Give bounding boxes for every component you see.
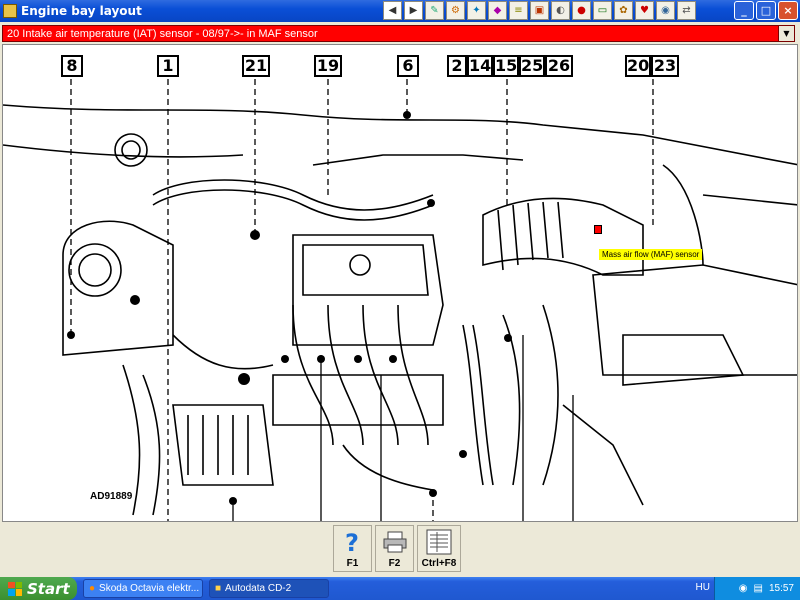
callout-2[interactable]: 2 [447,55,467,77]
callout-26[interactable]: 26 [545,55,573,77]
maf-sensor-label: Mass air flow (MAF) sensor [599,249,703,260]
taskbar: Start ● Skoda Octavia elektr... ■ Autoda… [0,577,800,600]
component-dropdown[interactable]: 20 Intake air temperature (IAT) sensor -… [2,25,795,42]
print-icon[interactable]: ♥ [635,1,654,20]
toolbar: ◀ ▶ ✎ ⚙ ✦ ◆ ≡ ▣ ◐ ● ▭ ✿ ♥ ◉ ⇄ [383,1,696,20]
tyres-icon[interactable]: ● [572,1,591,20]
taskbar-item-autodata[interactable]: ■ Autodata CD-2 [209,579,329,598]
title-bar: Engine bay layout ◀ ▶ ✎ ⚙ ✦ ◆ ≡ ▣ ◐ ● ▭ … [0,0,800,22]
list-key-label: Ctrl+F8 [421,558,457,569]
minimize-button[interactable]: _ [734,1,754,20]
callout-8[interactable]: 8 [61,55,83,77]
diagram-reference-code: AD91889 [90,491,133,502]
app-icon: ■ [215,583,222,594]
start-button[interactable]: Start [0,577,77,600]
forward-icon[interactable]: ▶ [404,1,423,20]
callout-21[interactable]: 21 [242,55,270,77]
list-icon [425,529,453,555]
help-button[interactable]: ? F1 [333,525,372,572]
help-key-label: F1 [346,558,359,569]
callout-6[interactable]: 6 [397,55,419,77]
app-icon [3,4,17,18]
app-window: Engine bay layout ◀ ▶ ✎ ⚙ ✦ ◆ ≡ ▣ ◐ ● ▭ … [0,0,800,577]
battery-icon[interactable]: ▭ [593,1,612,20]
callout-15[interactable]: 15 [493,55,519,77]
maximize-button[interactable]: □ [756,1,776,20]
chevron-down-icon[interactable]: ▼ [778,26,794,41]
settings-icon[interactable]: ✿ [614,1,633,20]
notes-icon[interactable]: ✎ [425,1,444,20]
callout-19[interactable]: 19 [314,55,342,77]
service-icon[interactable]: ✦ [467,1,486,20]
function-key-bar: ? F1 F2 Ctrl+F8 [333,525,461,572]
info-icon[interactable]: ◉ [656,1,675,20]
volume-icon[interactable]: ◉ [739,583,748,594]
print-icon [381,529,409,555]
repair-times-icon[interactable]: ◐ [551,1,570,20]
taskbar-item-browser[interactable]: ● Skoda Octavia elektr... [83,579,203,598]
start-label: Start [27,579,70,598]
callout-1[interactable]: 1 [157,55,179,77]
print-button[interactable]: F2 [375,525,414,572]
engine-bay-diagram: 8 1 21 19 6 2 14 15 25 26 20 23 Mass air… [2,44,798,522]
network-icon[interactable]: ▤ [754,583,763,594]
list-button[interactable]: Ctrl+F8 [417,525,461,572]
windows-logo-icon [8,581,22,596]
back-icon[interactable]: ◀ [383,1,402,20]
clock[interactable]: 15:57 [769,583,794,594]
maf-sensor-marker[interactable] [594,225,602,234]
window-controls: _ □ × [734,1,798,20]
callout-23[interactable]: 23 [651,55,679,77]
language-indicator[interactable]: HU [696,582,710,593]
window-title: Engine bay layout [21,4,142,18]
transfer-icon[interactable]: ⇄ [677,1,696,20]
camshaft-icon[interactable]: ≡ [509,1,528,20]
diagnostics-icon[interactable]: ◆ [488,1,507,20]
print-key-label: F2 [388,558,401,569]
wiring-icon[interactable]: ⚙ [446,1,465,20]
taskbar-item-label: Autodata CD-2 [225,583,292,594]
component-dropdown-value: 20 Intake air temperature (IAT) sensor -… [7,27,318,40]
browser-icon: ● [89,583,96,594]
callout-20[interactable]: 20 [625,55,651,77]
engine-illustration [3,79,797,521]
help-icon: ? [339,529,367,555]
system-tray: ◉ ▤ 15:57 [714,577,800,600]
svg-text:?: ? [345,529,359,555]
brakes-icon[interactable]: ▣ [530,1,549,20]
callout-25[interactable]: 25 [519,55,545,77]
close-button[interactable]: × [778,1,798,20]
callout-14[interactable]: 14 [467,55,493,77]
taskbar-item-label: Skoda Octavia elektr... [99,583,200,594]
